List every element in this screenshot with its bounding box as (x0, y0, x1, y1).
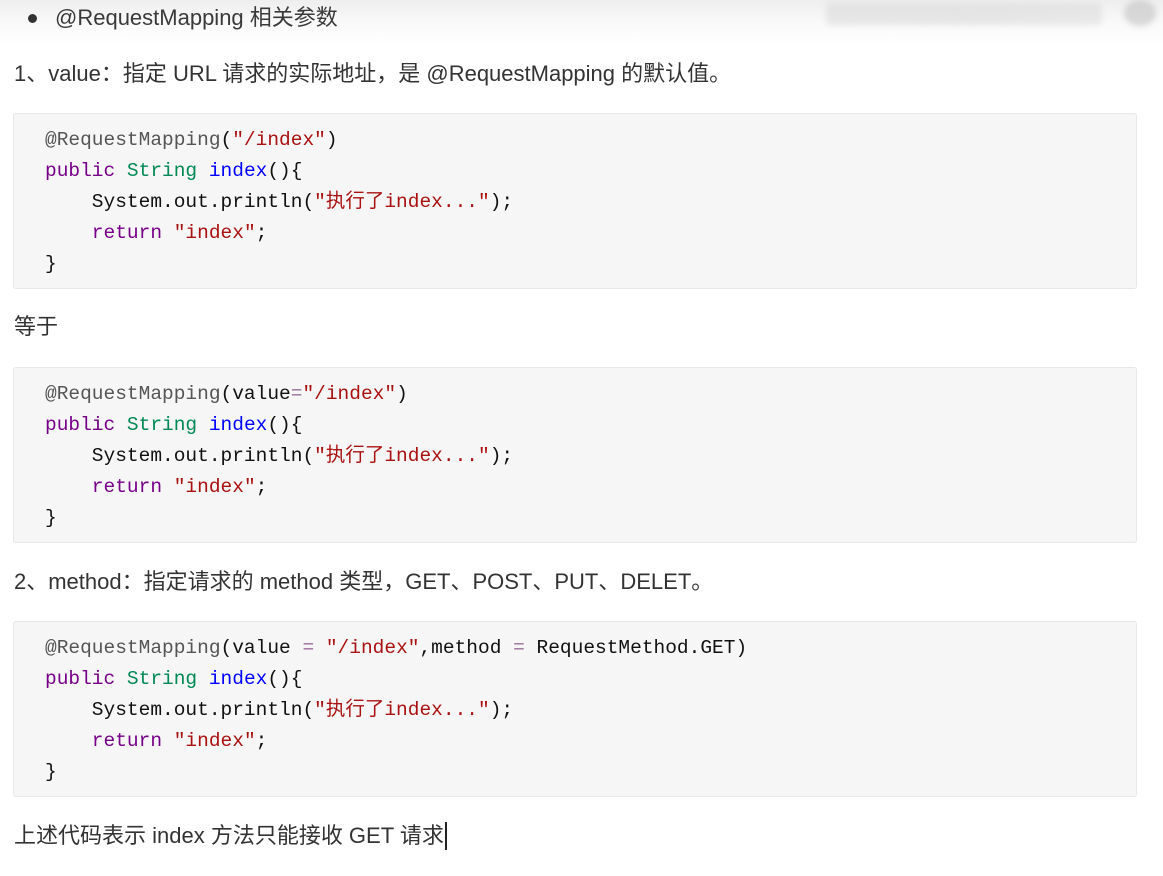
code-token-type: String (126, 414, 209, 436)
code-token-plain: } (45, 253, 57, 275)
code-token-plain: System.out.println( (45, 699, 315, 721)
code-token-string: "执行了index..." (314, 699, 490, 721)
code-token-meta: @RequestMapping (45, 383, 221, 405)
code-token-plain: } (45, 761, 57, 783)
code-line: } (45, 249, 1136, 280)
code-token-string: "执行了index..." (314, 191, 490, 213)
paragraph-summary: 上述代码表示 index 方法只能接收 GET 请求 (14, 823, 444, 848)
code-token-string: "/index" (232, 129, 326, 151)
code-block-value-named[interactable]: @RequestMapping(value="/index") public St… (13, 367, 1137, 543)
code-line: public String index(){ (45, 410, 1136, 441)
code-token-type: String (126, 160, 209, 182)
code-line: return "index"; (45, 218, 1136, 249)
code-token-plain: ; (255, 730, 268, 752)
code-line: System.out.println("执行了index..."); (45, 187, 1136, 218)
code-token-def: index (208, 160, 268, 182)
code-token-plain: (){ (267, 160, 303, 182)
code-token-plain: } (45, 507, 57, 529)
code-token-plain: ); (489, 191, 514, 213)
code-token-plain: System.out.println( (45, 191, 315, 213)
code-line: @RequestMapping("/index") (45, 125, 1136, 156)
code-token-string: "index" (173, 730, 256, 752)
code-line: } (45, 757, 1136, 788)
code-token-keyword: public (45, 160, 127, 182)
code-line: @RequestMapping(value="/index") (45, 379, 1136, 410)
code-token-plain: ) (396, 383, 408, 405)
code-token-plain: (value (220, 637, 303, 659)
code-line: } (45, 503, 1136, 534)
code-token-keyword: return (45, 730, 174, 752)
code-token-keyword: return (45, 222, 174, 244)
code-token-meta: @RequestMapping (45, 637, 221, 659)
code-token-keyword: public (45, 414, 127, 436)
code-token-string: "index" (173, 476, 256, 498)
code-token-plain: (){ (267, 668, 303, 690)
blurred-watermark (826, 3, 1102, 25)
bullet-text: @RequestMapping 相关参数 (55, 5, 338, 30)
blurred-watermark-logo-icon (1124, 0, 1156, 26)
code-block-method[interactable]: @RequestMapping(value = "/index",method … (13, 621, 1137, 797)
code-token-plain: ); (489, 445, 514, 467)
code-line: return "index"; (45, 726, 1136, 757)
code-token-plain: ,method (419, 637, 514, 659)
code-token-def: index (208, 668, 268, 690)
code-token-type: String (126, 668, 209, 690)
paragraph-value-description[interactable]: 1、value：指定 URL 请求的实际地址，是 @RequestMapping… (14, 60, 731, 88)
code-token-keyword: public (45, 668, 127, 690)
code-token-operator: = (513, 637, 525, 659)
code-token-operator: = (290, 383, 303, 405)
paragraph-summary-line[interactable]: 上述代码表示 index 方法只能接收 GET 请求 (14, 822, 447, 850)
paragraph-equals[interactable]: 等于 (14, 313, 58, 341)
code-token-string: "执行了index..." (314, 445, 490, 467)
code-token-operator: = (302, 637, 315, 659)
code-token-plain: RequestMethod.GET) (524, 637, 748, 659)
code-line: public String index(){ (45, 156, 1136, 187)
code-line: public String index(){ (45, 664, 1136, 695)
code-block-value[interactable]: @RequestMapping("/index") public String i… (13, 113, 1137, 289)
code-token-meta: @RequestMapping (45, 129, 221, 151)
code-token-plain: (value (220, 383, 291, 405)
code-token-keyword: return (45, 476, 174, 498)
code-token-string: "/index" (314, 637, 420, 659)
code-token-plain: ) (325, 129, 338, 151)
code-line: System.out.println("执行了index..."); (45, 441, 1136, 472)
paragraph-method-description[interactable]: 2、method：指定请求的 method 类型，GET、POST、PUT、DE… (14, 568, 713, 596)
code-token-plain: ; (255, 476, 268, 498)
code-line: return "index"; (45, 472, 1136, 503)
code-line: @RequestMapping(value = "/index",method … (45, 633, 1136, 664)
code-token-plain: (){ (267, 414, 303, 436)
bullet-dot-icon (28, 14, 37, 23)
code-token-plain: ; (255, 222, 268, 244)
code-token-plain: ( (220, 129, 233, 151)
code-token-def: index (208, 414, 268, 436)
code-token-string: "index" (173, 222, 256, 244)
code-token-plain: ); (489, 699, 514, 721)
code-line: System.out.println("执行了index..."); (45, 695, 1136, 726)
code-token-plain: System.out.println( (45, 445, 315, 467)
code-token-string: "/index" (302, 383, 397, 405)
outline-bullet-item[interactable]: @RequestMapping 相关参数 (0, 4, 700, 32)
text-cursor (444, 822, 447, 850)
